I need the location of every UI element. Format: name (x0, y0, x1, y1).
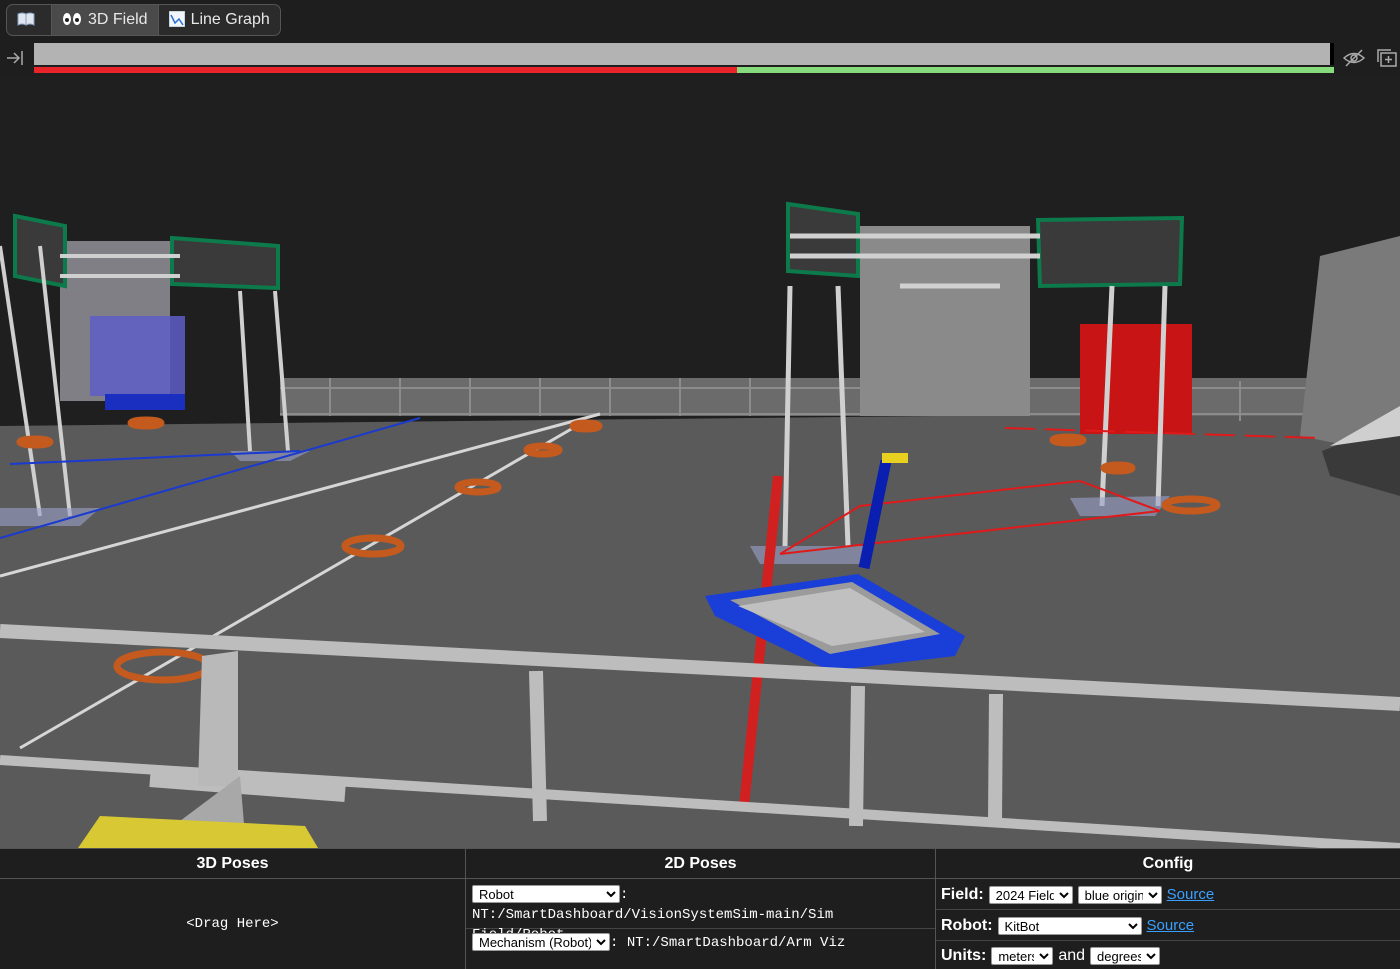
config-column: Config Field: 2024 Field blue origin Sou… (936, 849, 1400, 969)
timeline-enabled-segment (737, 67, 1334, 73)
popout-window-icon[interactable] (1376, 48, 1398, 68)
pose-source-separator: : (610, 935, 619, 951)
pose-source-path: NT:/SmartDashboard/Arm Viz (626, 935, 846, 951)
robot-source-link[interactable]: Source (1147, 917, 1195, 934)
robot-select[interactable]: KitBot (997, 916, 1142, 935)
tab-bar: 3D Field Line Graph (0, 0, 1400, 40)
poses-2d-column: 2D Poses Robot : NT:/SmartDashboard/Visi… (466, 849, 936, 969)
field-label: Field: (941, 885, 984, 903)
field-3d-viewport[interactable] (0, 76, 1400, 848)
poses-3d-drop-target[interactable]: <Drag Here> (0, 879, 465, 969)
tab-line-graph-label: Line Graph (190, 11, 270, 28)
field-config-row: Field: 2024 Field blue origin Source (936, 880, 1400, 910)
units-and-text: and (1058, 946, 1086, 964)
units-label: Units: (941, 946, 987, 964)
timeline-scrubber[interactable] (34, 43, 1334, 65)
hide-eye-icon[interactable] (1342, 48, 1366, 68)
line-chart-icon (168, 10, 186, 30)
tab-group: 3D Field Line Graph (6, 4, 281, 36)
timeline (0, 42, 1400, 74)
config-title: Config (936, 849, 1400, 879)
pose-row-robot: Robot : NT:/SmartDashboard/VisionSystemS… (466, 885, 935, 943)
angle-units-select[interactable]: degrees (1090, 946, 1161, 965)
robot-label: Robot: (941, 916, 993, 934)
jump-to-end-icon[interactable] (5, 48, 25, 68)
tab-line-graph[interactable]: Line Graph (159, 5, 280, 35)
poses-2d-title: 2D Poses (466, 849, 935, 879)
field-select[interactable]: 2024 Field (988, 885, 1073, 904)
field-source-link[interactable]: Source (1167, 886, 1215, 903)
tab-docs[interactable] (7, 5, 52, 35)
pose-type-select[interactable]: Mechanism (Robot) (472, 933, 610, 952)
pose-source-separator: : (620, 887, 629, 903)
eyes-icon (62, 12, 82, 29)
robot-config-row: Robot: KitBot Source (936, 911, 1400, 941)
book-icon (17, 12, 35, 29)
units-config-row: Units: meters and degrees (936, 942, 1400, 969)
timeline-disabled-segment (34, 67, 737, 73)
timeline-cursor[interactable] (1330, 43, 1334, 65)
origin-select[interactable]: blue origin (1077, 885, 1162, 904)
distance-units-select[interactable]: meters (991, 946, 1054, 965)
field-scene (0, 76, 1400, 848)
tab-3d-field[interactable]: 3D Field (52, 5, 159, 35)
pose-type-select[interactable]: Robot (472, 885, 620, 904)
pose-row-mechanism: Mechanism (Robot) : NT:/SmartDashboard/A… (466, 933, 935, 959)
poses-3d-title: 3D Poses (0, 849, 465, 879)
tab-3d-field-label: 3D Field (88, 11, 148, 28)
sources-panel: 3D Poses <Drag Here> 2D Poses Robot : NT… (0, 848, 1400, 969)
poses-3d-column: 3D Poses <Drag Here> (0, 849, 466, 969)
